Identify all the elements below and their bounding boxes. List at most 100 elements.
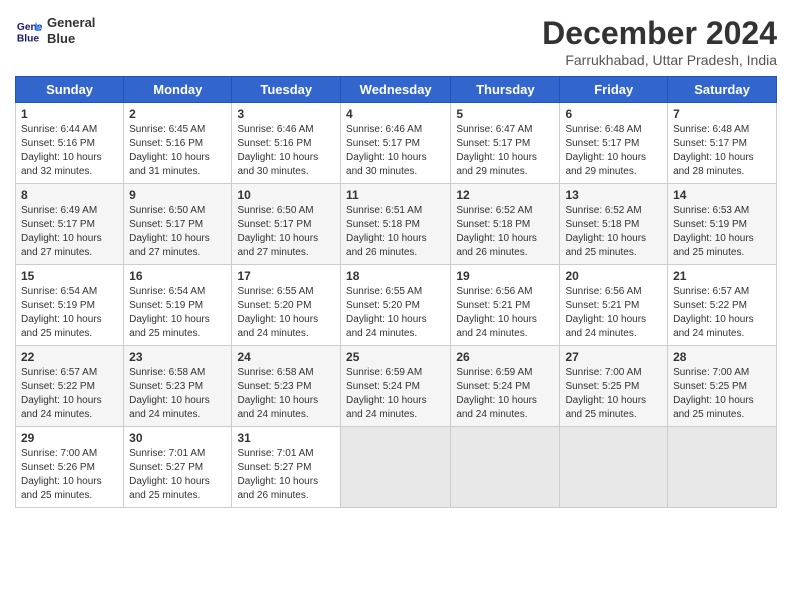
day-number: 17 bbox=[237, 269, 335, 283]
sunrise-label: Sunrise: 6:48 AM bbox=[565, 124, 641, 135]
daylight-label: Daylight: 10 hours and 24 minutes. bbox=[673, 314, 754, 339]
day-number: 20 bbox=[565, 269, 662, 283]
daylight-label: Daylight: 10 hours and 24 minutes. bbox=[456, 314, 537, 339]
sunrise-label: Sunrise: 6:45 AM bbox=[129, 124, 205, 135]
sunrise-label: Sunrise: 6:58 AM bbox=[237, 367, 313, 378]
table-row: 16 Sunrise: 6:54 AM Sunset: 5:19 PM Dayl… bbox=[124, 265, 232, 346]
col-friday: Friday bbox=[560, 77, 668, 103]
sunset-label: Sunset: 5:16 PM bbox=[129, 138, 203, 149]
table-row: 3 Sunrise: 6:46 AM Sunset: 5:16 PM Dayli… bbox=[232, 103, 341, 184]
day-number: 6 bbox=[565, 107, 662, 121]
day-info: Sunrise: 6:47 AM Sunset: 5:17 PM Dayligh… bbox=[456, 123, 554, 179]
sunset-label: Sunset: 5:19 PM bbox=[673, 219, 747, 230]
table-row: 18 Sunrise: 6:55 AM Sunset: 5:20 PM Dayl… bbox=[341, 265, 451, 346]
sunset-label: Sunset: 5:17 PM bbox=[21, 219, 95, 230]
day-number: 21 bbox=[673, 269, 771, 283]
daylight-label: Daylight: 10 hours and 26 minutes. bbox=[456, 233, 537, 258]
table-row: 6 Sunrise: 6:48 AM Sunset: 5:17 PM Dayli… bbox=[560, 103, 668, 184]
sunset-label: Sunset: 5:20 PM bbox=[237, 300, 311, 311]
table-row: 21 Sunrise: 6:57 AM Sunset: 5:22 PM Dayl… bbox=[668, 265, 777, 346]
sunset-label: Sunset: 5:17 PM bbox=[237, 219, 311, 230]
sunrise-label: Sunrise: 6:46 AM bbox=[237, 124, 313, 135]
daylight-label: Daylight: 10 hours and 27 minutes. bbox=[129, 233, 210, 258]
table-row: 11 Sunrise: 6:51 AM Sunset: 5:18 PM Dayl… bbox=[341, 184, 451, 265]
calendar-table: Sunday Monday Tuesday Wednesday Thursday… bbox=[15, 76, 777, 508]
calendar-week-5: 29 Sunrise: 7:00 AM Sunset: 5:26 PM Dayl… bbox=[16, 427, 777, 508]
calendar-week-1: 1 Sunrise: 6:44 AM Sunset: 5:16 PM Dayli… bbox=[16, 103, 777, 184]
page-header: General Blue General Blue December 2024 … bbox=[15, 15, 777, 68]
sunset-label: Sunset: 5:24 PM bbox=[456, 381, 530, 392]
daylight-label: Daylight: 10 hours and 27 minutes. bbox=[237, 233, 318, 258]
day-info: Sunrise: 6:58 AM Sunset: 5:23 PM Dayligh… bbox=[129, 366, 226, 422]
day-info: Sunrise: 6:55 AM Sunset: 5:20 PM Dayligh… bbox=[237, 285, 335, 341]
daylight-label: Daylight: 10 hours and 25 minutes. bbox=[129, 314, 210, 339]
day-info: Sunrise: 7:00 AM Sunset: 5:25 PM Dayligh… bbox=[565, 366, 662, 422]
table-row: 8 Sunrise: 6:49 AM Sunset: 5:17 PM Dayli… bbox=[16, 184, 124, 265]
sunset-label: Sunset: 5:25 PM bbox=[565, 381, 639, 392]
table-row: 13 Sunrise: 6:52 AM Sunset: 5:18 PM Dayl… bbox=[560, 184, 668, 265]
sunrise-label: Sunrise: 6:58 AM bbox=[129, 367, 205, 378]
day-number: 30 bbox=[129, 431, 226, 445]
sunset-label: Sunset: 5:27 PM bbox=[129, 462, 203, 473]
daylight-label: Daylight: 10 hours and 24 minutes. bbox=[237, 395, 318, 420]
day-info: Sunrise: 6:50 AM Sunset: 5:17 PM Dayligh… bbox=[129, 204, 226, 260]
title-area: December 2024 Farrukhabad, Uttar Pradesh… bbox=[542, 15, 777, 68]
sunrise-label: Sunrise: 7:00 AM bbox=[673, 367, 749, 378]
logo: General Blue General Blue bbox=[15, 15, 95, 46]
day-number: 28 bbox=[673, 350, 771, 364]
sunset-label: Sunset: 5:23 PM bbox=[237, 381, 311, 392]
daylight-label: Daylight: 10 hours and 30 minutes. bbox=[346, 152, 427, 177]
sunset-label: Sunset: 5:22 PM bbox=[21, 381, 95, 392]
day-number: 7 bbox=[673, 107, 771, 121]
daylight-label: Daylight: 10 hours and 26 minutes. bbox=[237, 476, 318, 501]
sunrise-label: Sunrise: 6:55 AM bbox=[346, 286, 422, 297]
day-number: 25 bbox=[346, 350, 445, 364]
day-number: 29 bbox=[21, 431, 118, 445]
daylight-label: Daylight: 10 hours and 26 minutes. bbox=[346, 233, 427, 258]
day-info: Sunrise: 6:56 AM Sunset: 5:21 PM Dayligh… bbox=[456, 285, 554, 341]
page-title: December 2024 bbox=[542, 15, 777, 52]
sunrise-label: Sunrise: 6:55 AM bbox=[237, 286, 313, 297]
sunrise-label: Sunrise: 6:54 AM bbox=[129, 286, 205, 297]
svg-text:Blue: Blue bbox=[17, 33, 40, 44]
sunset-label: Sunset: 5:21 PM bbox=[565, 300, 639, 311]
day-number: 8 bbox=[21, 188, 118, 202]
col-sunday: Sunday bbox=[16, 77, 124, 103]
day-info: Sunrise: 6:50 AM Sunset: 5:17 PM Dayligh… bbox=[237, 204, 335, 260]
day-info: Sunrise: 6:57 AM Sunset: 5:22 PM Dayligh… bbox=[673, 285, 771, 341]
sunrise-label: Sunrise: 6:57 AM bbox=[673, 286, 749, 297]
day-info: Sunrise: 6:54 AM Sunset: 5:19 PM Dayligh… bbox=[21, 285, 118, 341]
sunset-label: Sunset: 5:24 PM bbox=[346, 381, 420, 392]
sunrise-label: Sunrise: 6:50 AM bbox=[129, 205, 205, 216]
sunrise-label: Sunrise: 6:56 AM bbox=[565, 286, 641, 297]
table-row: 24 Sunrise: 6:58 AM Sunset: 5:23 PM Dayl… bbox=[232, 346, 341, 427]
daylight-label: Daylight: 10 hours and 24 minutes. bbox=[346, 395, 427, 420]
table-row: 14 Sunrise: 6:53 AM Sunset: 5:19 PM Dayl… bbox=[668, 184, 777, 265]
table-row: 10 Sunrise: 6:50 AM Sunset: 5:17 PM Dayl… bbox=[232, 184, 341, 265]
day-number: 1 bbox=[21, 107, 118, 121]
table-row: 17 Sunrise: 6:55 AM Sunset: 5:20 PM Dayl… bbox=[232, 265, 341, 346]
table-row: 1 Sunrise: 6:44 AM Sunset: 5:16 PM Dayli… bbox=[16, 103, 124, 184]
day-number: 24 bbox=[237, 350, 335, 364]
daylight-label: Daylight: 10 hours and 25 minutes. bbox=[565, 233, 646, 258]
table-row: 5 Sunrise: 6:47 AM Sunset: 5:17 PM Dayli… bbox=[451, 103, 560, 184]
sunset-label: Sunset: 5:19 PM bbox=[129, 300, 203, 311]
day-info: Sunrise: 6:48 AM Sunset: 5:17 PM Dayligh… bbox=[673, 123, 771, 179]
sunset-label: Sunset: 5:16 PM bbox=[21, 138, 95, 149]
col-tuesday: Tuesday bbox=[232, 77, 341, 103]
table-row bbox=[451, 427, 560, 508]
sunset-label: Sunset: 5:17 PM bbox=[129, 219, 203, 230]
sunrise-label: Sunrise: 6:59 AM bbox=[456, 367, 532, 378]
day-info: Sunrise: 6:58 AM Sunset: 5:23 PM Dayligh… bbox=[237, 366, 335, 422]
day-info: Sunrise: 6:57 AM Sunset: 5:22 PM Dayligh… bbox=[21, 366, 118, 422]
sunset-label: Sunset: 5:21 PM bbox=[456, 300, 530, 311]
day-number: 26 bbox=[456, 350, 554, 364]
sunset-label: Sunset: 5:17 PM bbox=[456, 138, 530, 149]
day-number: 5 bbox=[456, 107, 554, 121]
daylight-label: Daylight: 10 hours and 31 minutes. bbox=[129, 152, 210, 177]
sunrise-label: Sunrise: 7:01 AM bbox=[237, 448, 313, 459]
table-row: 29 Sunrise: 7:00 AM Sunset: 5:26 PM Dayl… bbox=[16, 427, 124, 508]
sunrise-label: Sunrise: 6:53 AM bbox=[673, 205, 749, 216]
sunrise-label: Sunrise: 6:59 AM bbox=[346, 367, 422, 378]
day-info: Sunrise: 7:01 AM Sunset: 5:27 PM Dayligh… bbox=[237, 447, 335, 503]
